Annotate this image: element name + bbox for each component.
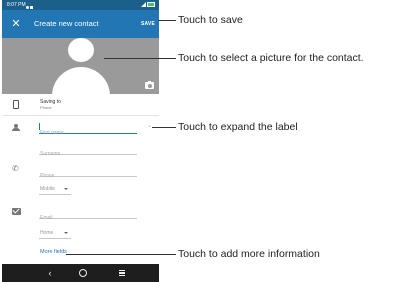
chevron-down-icon[interactable]: ⌄ (147, 123, 153, 129)
save-button[interactable]: SAVE (141, 10, 155, 38)
callout-line-expand (152, 127, 176, 128)
email-icon (12, 208, 21, 215)
surname-input[interactable] (39, 148, 137, 160)
page-title: Create new contact (34, 19, 99, 28)
back-icon[interactable]: ‹ (44, 264, 56, 282)
signal-battery-icons (141, 2, 155, 8)
status-time: 8:07 PM (7, 2, 26, 8)
dropdown-arrow-icon (64, 188, 68, 190)
first-name-field[interactable] (39, 121, 137, 139)
text-cursor (39, 123, 40, 130)
phone-type-select[interactable]: Mobile (39, 183, 71, 195)
email-type-value: Home (40, 230, 54, 236)
contact-photo-picker[interactable] (2, 38, 159, 107)
callout-line-more (66, 254, 176, 255)
app-bar: ✕ Create new contact SAVE (2, 10, 159, 38)
dropdown-arrow-icon (64, 232, 68, 234)
signal-icon (141, 2, 146, 7)
email-type-select[interactable]: Home (39, 227, 71, 239)
phone-device-icon (13, 100, 19, 109)
person-icon (12, 124, 20, 132)
close-icon[interactable]: ✕ (8, 16, 24, 32)
callout-line-picture (104, 58, 176, 59)
home-icon[interactable] (79, 269, 87, 277)
callout-line-save (158, 20, 176, 21)
phone-field[interactable] (39, 164, 137, 182)
avatar-head (68, 38, 94, 62)
camera-icon[interactable] (145, 80, 154, 89)
callout-save: Touch to save (178, 14, 243, 26)
email-field[interactable] (39, 206, 137, 224)
navigation-bar: ‹ (2, 264, 159, 282)
recent-apps-icon[interactable] (119, 270, 125, 276)
phone-icon: ✆ (12, 164, 19, 173)
email-input[interactable] (39, 212, 137, 224)
contact-form: Saving to Phone ⌄ ✆ Mobile Home More fie… (2, 94, 159, 264)
notification-icons (26, 3, 36, 9)
more-fields-link[interactable]: More fields (40, 249, 67, 255)
battery-icon (147, 2, 155, 7)
surname-field[interactable] (39, 142, 137, 160)
phone-type-value: Mobile (40, 186, 55, 192)
callout-picture: Touch to select a picture for the contac… (178, 52, 364, 64)
callout-expand: Touch to expand the label (178, 121, 298, 133)
saving-to-value: Phone (40, 105, 52, 110)
divider (2, 115, 159, 116)
phone-screen: 8:07 PM ✕ Create new contact SAVE Saving… (2, 0, 159, 282)
status-bar: 8:07 PM (2, 0, 159, 10)
callout-more: Touch to add more information (178, 248, 320, 260)
phone-input[interactable] (39, 170, 137, 182)
first-name-input[interactable] (39, 127, 137, 139)
